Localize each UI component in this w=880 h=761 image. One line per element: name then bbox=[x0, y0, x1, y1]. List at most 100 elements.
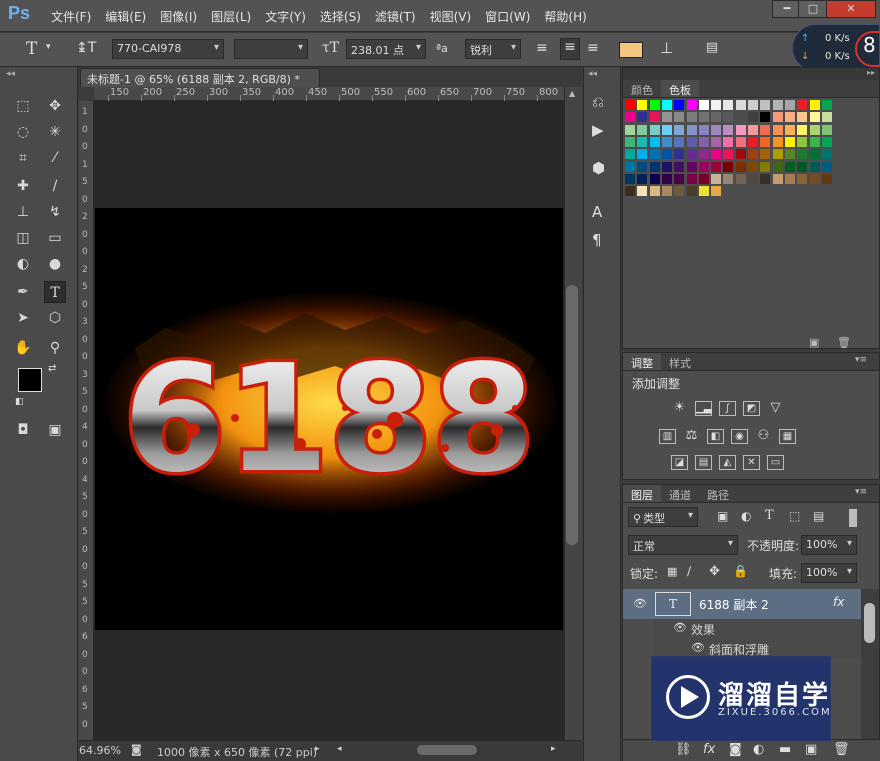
invert-icon[interactable]: ◪ bbox=[671, 455, 688, 470]
collapse-dock-icon[interactable]: ◂◂ bbox=[588, 69, 597, 79]
brush-tool-icon[interactable]: ∕ bbox=[44, 175, 66, 197]
clone-stamp-tool-icon[interactable]: ⊥ bbox=[12, 201, 34, 223]
add-mask-icon[interactable]: ◙ bbox=[729, 742, 742, 757]
type-tool-icon[interactable]: T bbox=[26, 39, 37, 59]
menu-edit[interactable]: 编辑(E) bbox=[98, 8, 153, 25]
color-swatch[interactable] bbox=[797, 161, 808, 172]
font-family-select[interactable]: 770-CAI978 bbox=[112, 39, 224, 59]
color-swatch[interactable] bbox=[637, 161, 648, 172]
font-style-select[interactable] bbox=[234, 39, 308, 59]
character-panel-icon-2[interactable]: A bbox=[592, 203, 602, 221]
color-swatch[interactable] bbox=[735, 100, 746, 110]
new-group-icon[interactable]: ▬ bbox=[779, 742, 791, 757]
tab-layers[interactable]: 图层 bbox=[623, 485, 661, 502]
panel-collapse-bar[interactable]: ▸▸ bbox=[623, 68, 879, 80]
quick-mask-icon[interactable]: ◘ bbox=[12, 419, 34, 441]
color-swatch[interactable] bbox=[698, 100, 709, 110]
new-layer-icon[interactable]: ▣ bbox=[805, 742, 817, 757]
color-swatch[interactable] bbox=[748, 149, 758, 160]
new-swatch-icon[interactable]: ▣ bbox=[809, 336, 819, 349]
toggle-orientation-icon[interactable]: ↨T bbox=[76, 40, 96, 56]
color-swatch[interactable] bbox=[809, 124, 820, 135]
color-swatch[interactable] bbox=[760, 173, 771, 184]
blur-tool-icon[interactable]: ◐ bbox=[12, 253, 34, 275]
color-swatch[interactable] bbox=[649, 112, 660, 123]
color-swatch[interactable] bbox=[748, 112, 758, 123]
levels-icon[interactable]: ▁▃ bbox=[695, 401, 712, 416]
gradient-map-icon[interactable]: ▭ bbox=[767, 455, 784, 470]
tab-adjustments[interactable]: 调整 bbox=[623, 353, 661, 370]
color-swatch[interactable] bbox=[661, 173, 672, 184]
posterize-icon[interactable]: ▤ bbox=[695, 455, 712, 470]
threshold-icon[interactable]: ◭ bbox=[719, 455, 736, 470]
filter-shape-icon[interactable]: ⬚ bbox=[789, 509, 800, 523]
color-swatch[interactable] bbox=[674, 161, 685, 172]
swap-colors-icon[interactable]: ⇄ bbox=[48, 363, 56, 374]
color-swatch[interactable] bbox=[661, 149, 672, 160]
color-swatch[interactable] bbox=[760, 100, 771, 110]
layers-scroll-thumb[interactable] bbox=[864, 603, 875, 643]
color-swatch[interactable] bbox=[711, 124, 722, 135]
photo-filter-icon[interactable]: ◉ bbox=[731, 429, 748, 444]
menu-file[interactable]: 文件(F) bbox=[44, 8, 98, 25]
color-swatch[interactable] bbox=[772, 112, 783, 123]
color-swatch[interactable] bbox=[698, 186, 709, 197]
scroll-right-icon[interactable]: ▸ bbox=[551, 744, 556, 754]
color-swatch[interactable] bbox=[711, 136, 722, 147]
bevel-visibility-eye-icon[interactable]: 👁 bbox=[691, 641, 705, 654]
color-swatch[interactable] bbox=[821, 161, 832, 172]
color-swatch[interactable] bbox=[625, 124, 635, 135]
hue-saturation-icon[interactable]: ▥ bbox=[659, 429, 676, 444]
color-swatch[interactable] bbox=[784, 173, 795, 184]
color-swatch[interactable] bbox=[772, 100, 783, 110]
color-swatch[interactable] bbox=[674, 124, 685, 135]
dodge-tool-icon[interactable]: ● bbox=[44, 253, 66, 275]
delete-layer-icon[interactable]: 🗑 bbox=[833, 742, 850, 757]
color-swatch[interactable] bbox=[821, 112, 832, 123]
gradient-tool-icon[interactable]: ▭ bbox=[44, 227, 66, 249]
eraser-tool-icon[interactable]: ◫ bbox=[12, 227, 34, 249]
document-tab[interactable]: 未标题-1 @ 65% (6188 副本 2, RGB/8) * × bbox=[80, 68, 320, 100]
color-swatch[interactable] bbox=[809, 100, 820, 110]
status-info-icon[interactable]: ◙ bbox=[131, 743, 142, 756]
tool-preset-chevron-icon[interactable]: ▾ bbox=[46, 42, 51, 52]
shape-tool-icon[interactable]: ⬡ bbox=[44, 307, 66, 329]
effects-visibility-eye-icon[interactable]: 👁 bbox=[673, 621, 687, 634]
color-swatch[interactable] bbox=[686, 161, 697, 172]
color-swatch[interactable] bbox=[649, 136, 660, 147]
color-swatch[interactable] bbox=[797, 136, 808, 147]
color-swatch[interactable] bbox=[760, 112, 771, 123]
color-swatch[interactable] bbox=[637, 186, 648, 197]
pen-tool-icon[interactable]: ✒ bbox=[12, 281, 34, 303]
color-swatch[interactable] bbox=[784, 100, 795, 110]
history-panel-icon[interactable]: ⎌ bbox=[592, 93, 604, 111]
color-swatch[interactable] bbox=[637, 100, 648, 110]
tab-paths[interactable]: 路径 bbox=[699, 485, 737, 502]
blend-mode-select[interactable]: 正常 bbox=[628, 535, 738, 555]
brightness-contrast-icon[interactable]: ☀ bbox=[671, 401, 688, 416]
filter-pixel-icon[interactable]: ▣ bbox=[717, 509, 728, 523]
color-swatch[interactable] bbox=[760, 149, 771, 160]
color-swatch[interactable] bbox=[735, 136, 746, 147]
color-swatch[interactable] bbox=[649, 124, 660, 135]
color-swatch[interactable] bbox=[686, 186, 697, 197]
color-swatch[interactable] bbox=[686, 112, 697, 123]
color-swatch[interactable] bbox=[723, 173, 734, 184]
menu-type[interactable]: 文字(Y) bbox=[258, 8, 313, 25]
lock-all-icon[interactable]: 🔒 bbox=[733, 564, 748, 578]
color-swatch[interactable] bbox=[711, 149, 722, 160]
color-swatch[interactable] bbox=[698, 112, 709, 123]
color-swatch[interactable] bbox=[625, 173, 635, 184]
align-left-icon[interactable]: ≡ bbox=[536, 40, 548, 56]
opacity-input[interactable]: 100% bbox=[801, 535, 857, 555]
lasso-tool-icon[interactable]: ◌ bbox=[12, 121, 34, 143]
color-lookup-icon[interactable]: ▦ bbox=[779, 429, 796, 444]
close-window-button[interactable]: ✕ bbox=[826, 0, 876, 18]
color-swatch[interactable] bbox=[637, 112, 648, 123]
color-swatch[interactable] bbox=[772, 124, 783, 135]
color-swatch[interactable] bbox=[723, 124, 734, 135]
color-swatch[interactable] bbox=[686, 124, 697, 135]
move-tool-icon[interactable]: ✥ bbox=[44, 95, 66, 117]
default-colors-icon[interactable]: ◧ bbox=[15, 397, 24, 407]
link-layers-icon[interactable]: ⛓ bbox=[675, 742, 692, 757]
